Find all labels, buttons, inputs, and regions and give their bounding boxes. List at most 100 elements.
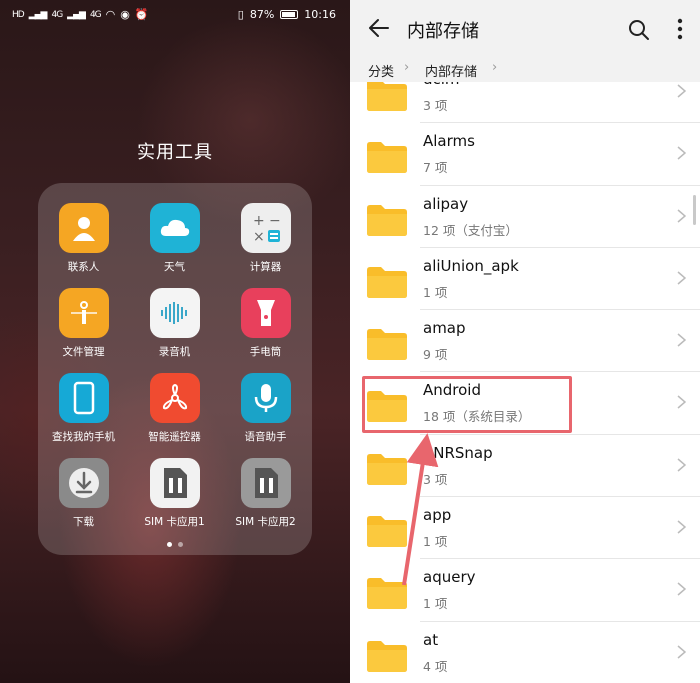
folder-item-count: 1 项 [423, 596, 448, 612]
folder-name: Alarms [423, 132, 475, 151]
folder-row[interactable]: app 1 项 [350, 497, 700, 560]
annotation-highlight-box [362, 376, 572, 433]
chevron-right-icon [677, 395, 686, 410]
folder-item-count: 4 项 [423, 658, 448, 674]
folder-icon [367, 82, 407, 111]
folder-row[interactable]: ANRSnap 3 项 [350, 435, 700, 498]
chevron-right-icon [677, 458, 686, 472]
app-download[interactable]: 下载 [38, 458, 129, 529]
svg-text:−: − [269, 213, 281, 229]
hd-label: HD [12, 9, 25, 20]
alarm-icon: ⏰ [134, 8, 149, 21]
chevron-right-icon [677, 520, 686, 534]
folder-icon [367, 453, 407, 485]
folder-icon [367, 142, 407, 174]
folder-row[interactable]: Alarms 7 项 [350, 123, 700, 186]
folder-row[interactable]: alipay 12 项（支付宝） [350, 186, 700, 248]
screenshot-root: HD ▂▄▆ 4G ▂▄▆ 4G ◠ ◉ ⏰ ▯ 87% 10:16 实用工具 … [0, 0, 700, 683]
app-recorder[interactable]: 录音机 [129, 288, 220, 359]
signal-2-icon: ▂▄▆ [67, 9, 86, 20]
status-bar: HD ▂▄▆ 4G ▂▄▆ 4G ◠ ◉ ⏰ ▯ 87% 10:16 [0, 0, 350, 30]
download-icon[interactable] [58, 458, 109, 508]
svg-text:+: + [253, 213, 265, 229]
folder-name: ANRSnap [423, 443, 493, 462]
folder-name: app [423, 506, 452, 525]
scrollbar[interactable] [693, 195, 696, 225]
status-right: ▯ 87% 10:16 [238, 8, 336, 21]
app-remote[interactable]: 智能遥控器 [129, 373, 220, 444]
app-label: 查找我的手机 [52, 431, 115, 443]
flashlight-icon[interactable] [240, 288, 291, 338]
app-label: 下载 [73, 516, 94, 528]
folder-row[interactable]: dcim 3 项 [350, 82, 700, 124]
app-find-phone[interactable]: 查找我的手机 [38, 373, 129, 444]
page-title: 内部存储 [407, 21, 479, 42]
app-sim-card[interactable]: SIM 卡应用2 [220, 458, 311, 529]
signal-1-icon: ▂▄▆ [28, 9, 48, 20]
search-icon[interactable] [628, 19, 650, 41]
find-phone-icon[interactable] [58, 373, 109, 423]
app-weather[interactable]: 天气 [129, 203, 220, 274]
weather-icon[interactable] [149, 203, 200, 253]
chevron-right-icon: › [492, 60, 498, 75]
chevron-right-icon [677, 582, 686, 596]
home-screen: HD ▂▄▆ 4G ▂▄▆ 4G ◠ ◉ ⏰ ▯ 87% 10:16 实用工具 … [0, 0, 350, 683]
network-label-2: 4G [89, 9, 102, 20]
wifi-icon: ◠ [105, 8, 116, 21]
app-sim-card[interactable]: SIM 卡应用1 [129, 458, 220, 529]
folder-icon [367, 516, 407, 548]
app-voice-assistant[interactable]: 语音助手 [220, 373, 311, 444]
app-label: 录音机 [158, 346, 191, 358]
folder-name: amap [423, 319, 466, 338]
breadcrumb-category[interactable]: 分类 [368, 61, 394, 80]
page-dot[interactable] [167, 542, 172, 547]
app-label: 计算器 [249, 261, 282, 273]
remote-icon[interactable] [149, 373, 200, 423]
file-manager: 内部存储 分类 › 内部存储 › dcim 3 项 Alarms 7 项 alipay 1… [350, 0, 700, 683]
breadcrumb-internal-storage[interactable]: 内部存储 [425, 61, 477, 80]
app-contacts[interactable]: 联系人 [38, 203, 129, 274]
app-calculator[interactable]: + − × 计算器 [220, 203, 311, 274]
page-indicator [38, 542, 312, 547]
page-dot[interactable] [178, 542, 183, 547]
folder-row[interactable]: at 4 项 [350, 622, 700, 683]
folder-icon [367, 204, 407, 236]
folder-icon [367, 578, 407, 610]
chevron-right-icon [677, 146, 686, 160]
svg-text:×: × [253, 229, 265, 245]
back-arrow-icon[interactable] [368, 17, 390, 39]
sim-card-icon[interactable] [149, 458, 200, 508]
toolbar: 内部存储 [350, 0, 700, 58]
folder-name: aliUnion_apk [423, 256, 519, 275]
app-label: SIM 卡应用1 [144, 516, 205, 528]
app-flashlight[interactable]: 手电筒 [220, 288, 311, 359]
chevron-right-icon [677, 84, 686, 98]
folder-name: at [423, 630, 439, 649]
more-options-icon[interactable] [676, 17, 684, 41]
file-manager-icon[interactable] [58, 288, 109, 338]
folder-row[interactable]: aquery 1 项 [350, 559, 700, 622]
folder-item-count: 1 项 [423, 284, 448, 300]
app-label: 天气 [164, 261, 185, 273]
app-label: 联系人 [67, 261, 100, 273]
folder-row[interactable]: amap 9 项 [350, 310, 700, 373]
app-label: 智能遥控器 [148, 431, 201, 443]
app-label: SIM 卡应用2 [235, 516, 296, 528]
app-label: 手电筒 [249, 346, 282, 358]
folder-name: alipay [423, 194, 469, 213]
voice-assistant-icon[interactable] [240, 373, 291, 423]
contacts-icon[interactable] [58, 203, 109, 253]
calculator-icon[interactable]: + − × [240, 203, 291, 253]
folder-item-count: 12 项（支付宝） [423, 222, 518, 238]
folder-row[interactable]: aliUnion_apk 1 项 [350, 248, 700, 311]
sim-card-icon[interactable] [240, 458, 291, 508]
app-label: 文件管理 [62, 346, 105, 358]
folder-item-count: 1 项 [423, 534, 448, 550]
eye-icon: ◉ [120, 8, 130, 21]
app-file-manager[interactable]: 文件管理 [38, 288, 129, 359]
vibrate-icon: ▯ [237, 8, 244, 21]
folder-title: 实用工具 [137, 142, 213, 163]
folder-item-count: 9 项 [423, 347, 448, 363]
folder-icon [367, 640, 407, 672]
recorder-icon[interactable] [149, 288, 200, 338]
